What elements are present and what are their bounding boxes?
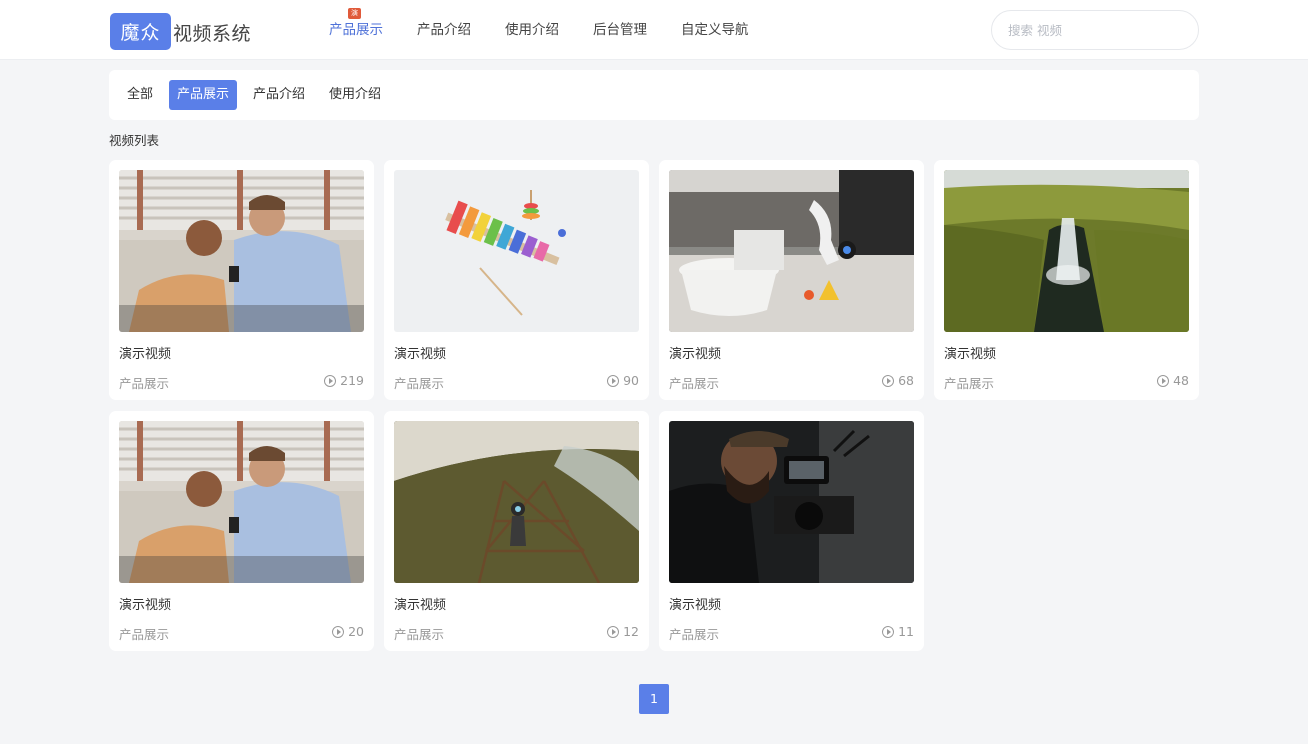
video-thumbnail[interactable] bbox=[669, 170, 914, 332]
video-category: 产品展示 bbox=[394, 627, 445, 642]
video-category: 产品展示 bbox=[394, 376, 445, 391]
play-circle-icon bbox=[324, 374, 337, 387]
video-title[interactable]: 演示视频 bbox=[119, 594, 171, 613]
logo-mark: 魔众 bbox=[110, 12, 171, 50]
video-thumbnail[interactable] bbox=[394, 170, 639, 332]
friends-phone-image bbox=[119, 170, 364, 332]
camera-operator-image bbox=[669, 421, 914, 583]
view-count: 68 bbox=[882, 373, 914, 388]
video-card[interactable]: 演示视频 产品展示 12 bbox=[384, 411, 649, 651]
filter-chip-all[interactable]: 全部 bbox=[119, 80, 161, 110]
site-logo[interactable]: 魔众 视频系统 演示 bbox=[110, 8, 361, 50]
filter-chip-product-showcase[interactable]: 产品展示 bbox=[169, 80, 238, 110]
filter-chip-usage-intro[interactable]: 使用介绍 bbox=[321, 80, 389, 110]
view-count-value: 11 bbox=[898, 624, 914, 639]
video-thumbnail[interactable] bbox=[394, 421, 639, 583]
view-count-value: 48 bbox=[1173, 373, 1189, 388]
view-count: 11 bbox=[882, 624, 914, 639]
section-title: 视频列表 bbox=[109, 133, 160, 148]
friends-phone-image bbox=[119, 421, 364, 583]
video-category: 产品展示 bbox=[119, 376, 170, 391]
view-count: 48 bbox=[1157, 373, 1189, 388]
nav-item-usage-intro[interactable]: 使用介绍 bbox=[488, 0, 576, 60]
category-filter-bar: 全部 产品展示 产品介绍 使用介绍 bbox=[109, 70, 1199, 120]
video-category: 产品展示 bbox=[119, 627, 170, 642]
waterfall-image bbox=[944, 170, 1189, 332]
video-title[interactable]: 演示视频 bbox=[669, 594, 721, 613]
logo-title: 视频系统 bbox=[173, 22, 252, 45]
video-card[interactable]: 演示视频 产品展示 219 bbox=[109, 160, 374, 400]
tower-climb-image bbox=[394, 421, 639, 583]
video-title[interactable]: 演示视频 bbox=[119, 343, 171, 362]
search-input[interactable] bbox=[991, 10, 1199, 50]
play-circle-icon bbox=[332, 625, 345, 638]
top-header: 魔众 视频系统 演示 产品展示 产品介绍 使用介绍 后台管理 自定义导航 bbox=[0, 0, 1308, 60]
play-circle-icon bbox=[607, 625, 620, 638]
view-count-value: 68 bbox=[898, 373, 914, 388]
view-count: 12 bbox=[607, 624, 639, 639]
video-title[interactable]: 演示视频 bbox=[394, 343, 446, 362]
video-thumbnail[interactable] bbox=[119, 170, 364, 332]
view-count: 20 bbox=[332, 624, 364, 639]
view-count: 219 bbox=[324, 373, 364, 388]
nav-item-product-intro[interactable]: 产品介绍 bbox=[400, 0, 488, 60]
kitchen-robot-image bbox=[669, 170, 914, 332]
pagination-page-button[interactable]: 1 bbox=[639, 684, 669, 714]
video-card[interactable]: 演示视频 产品展示 20 bbox=[109, 411, 374, 651]
video-thumbnail[interactable] bbox=[669, 421, 914, 583]
play-circle-icon bbox=[882, 625, 895, 638]
video-card[interactable]: 演示视频 产品展示 90 bbox=[384, 160, 649, 400]
main-nav: 产品展示 产品介绍 使用介绍 后台管理 自定义导航 bbox=[312, 0, 766, 60]
filter-chip-product-intro[interactable]: 产品介绍 bbox=[245, 80, 313, 110]
video-card[interactable]: 演示视频 产品展示 11 bbox=[659, 411, 924, 651]
nav-item-custom-nav[interactable]: 自定义导航 bbox=[664, 0, 766, 60]
video-title[interactable]: 演示视频 bbox=[669, 343, 721, 362]
play-circle-icon bbox=[607, 374, 620, 387]
play-circle-icon bbox=[1157, 374, 1170, 387]
video-thumbnail[interactable] bbox=[944, 170, 1189, 332]
view-count-value: 12 bbox=[623, 624, 639, 639]
video-title[interactable]: 演示视频 bbox=[394, 594, 446, 613]
view-count: 90 bbox=[607, 373, 639, 388]
video-card[interactable]: 演示视频 产品展示 68 bbox=[659, 160, 924, 400]
video-category: 产品展示 bbox=[669, 376, 720, 391]
view-count-value: 219 bbox=[340, 373, 364, 388]
video-card[interactable]: 演示视频 产品展示 48 bbox=[934, 160, 1199, 400]
video-title[interactable]: 演示视频 bbox=[944, 343, 996, 362]
play-circle-icon bbox=[882, 374, 895, 387]
video-category: 产品展示 bbox=[669, 627, 720, 642]
view-count-value: 90 bbox=[623, 373, 639, 388]
nav-item-product-showcase[interactable]: 产品展示 bbox=[312, 0, 400, 60]
view-count-value: 20 bbox=[348, 624, 364, 639]
xylophone-image bbox=[394, 170, 639, 332]
nav-item-admin[interactable]: 后台管理 bbox=[576, 0, 664, 60]
video-thumbnail[interactable] bbox=[119, 421, 364, 583]
video-category: 产品展示 bbox=[944, 376, 995, 391]
